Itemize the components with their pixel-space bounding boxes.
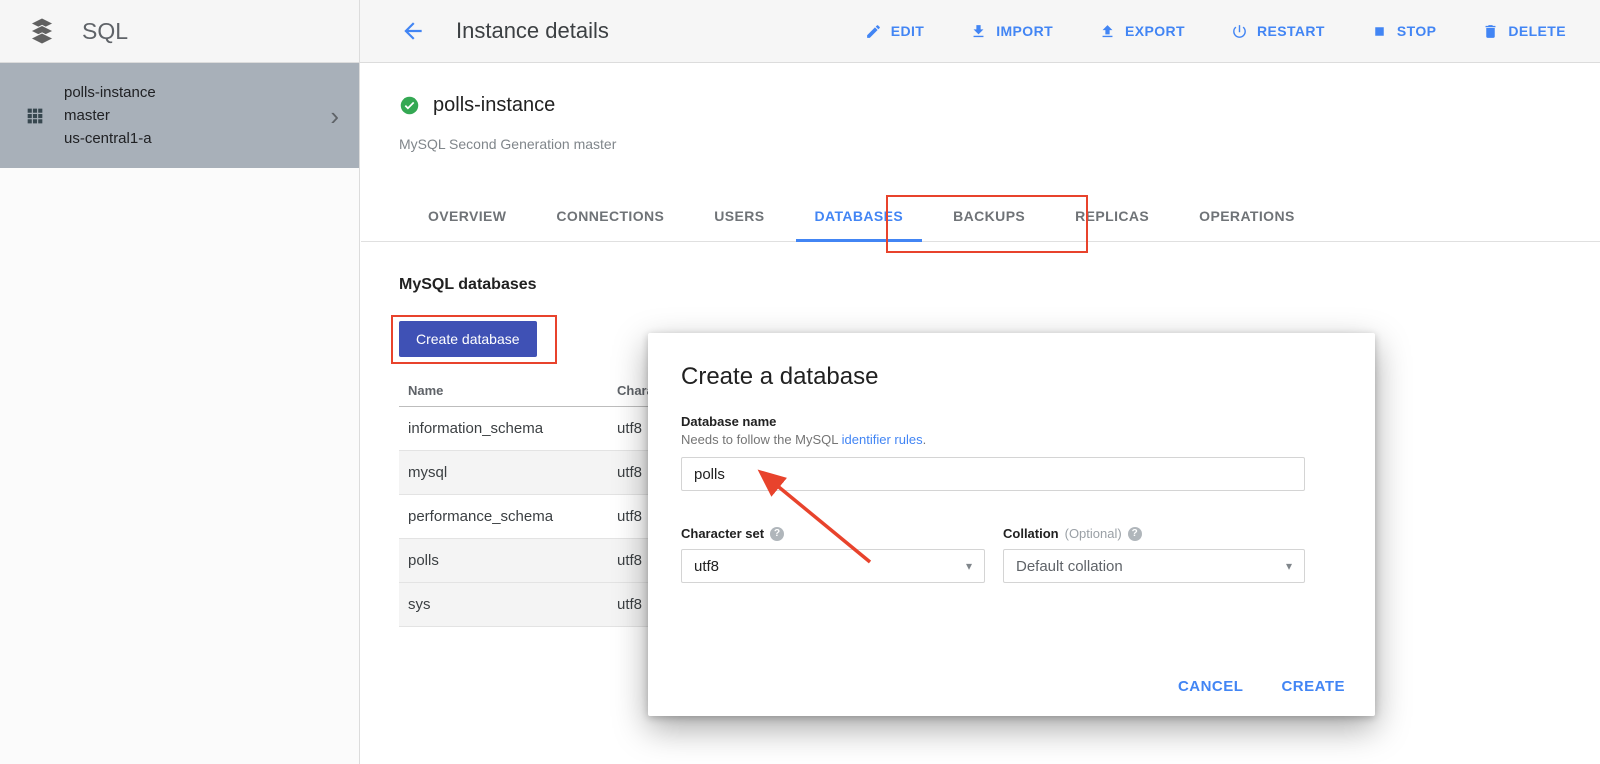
delete-icon	[1482, 23, 1499, 40]
product-name: SQL	[82, 18, 128, 45]
sidebar-instance-name: polls-instance	[64, 81, 156, 104]
character-set-select[interactable]: utf8 ▾	[681, 549, 985, 583]
pencil-icon	[865, 23, 882, 40]
toolbar-actions: EDIT IMPORT EXPORT RESTART STOP DELETE	[865, 23, 1566, 40]
export-button[interactable]: EXPORT	[1099, 23, 1185, 40]
db-name: mysql	[399, 464, 608, 481]
instance-header: polls-instance	[399, 94, 555, 117]
chevron-right-icon[interactable]: ›	[330, 103, 339, 129]
identifier-rules-link[interactable]: identifier rules	[842, 432, 923, 447]
instance-name: polls-instance	[433, 94, 555, 117]
db-name: polls	[399, 552, 608, 569]
dialog-title: Create a database	[681, 363, 878, 391]
cancel-button[interactable]: CANCEL	[1178, 678, 1244, 695]
db-name: performance_schema	[399, 508, 608, 525]
caret-down-icon: ▾	[966, 559, 972, 573]
instance-meta: polls-instance master us-central1-a	[64, 81, 156, 151]
import-icon	[970, 23, 987, 40]
product-header: SQL	[0, 0, 360, 62]
cloud-sql-icon	[27, 16, 57, 46]
database-name-helper: Needs to follow the MySQL identifier rul…	[681, 432, 926, 447]
sidebar-instance-role: master	[64, 104, 156, 127]
tab-users[interactable]: USERS	[689, 190, 789, 241]
tab-backups[interactable]: BACKUPS	[928, 190, 1050, 241]
restart-button[interactable]: RESTART	[1231, 23, 1325, 40]
tab-connections[interactable]: CONNECTIONS	[531, 190, 689, 241]
top-bar: SQL Instance details EDIT IMPORT EXPORT …	[0, 0, 1600, 63]
tab-bar: OVERVIEW CONNECTIONS USERS DATABASES BAC…	[361, 190, 1600, 242]
tab-overview[interactable]: OVERVIEW	[403, 190, 531, 241]
instances-sidebar: polls-instance master us-central1-a ›	[0, 63, 360, 764]
dialog-actions: CANCEL CREATE	[1178, 678, 1345, 695]
tab-operations[interactable]: OPERATIONS	[1174, 190, 1320, 241]
stop-icon	[1371, 23, 1388, 40]
character-set-value: utf8	[694, 558, 719, 575]
create-button[interactable]: CREATE	[1281, 678, 1345, 695]
back-arrow-icon[interactable]	[400, 18, 426, 44]
database-name-label: Database name	[681, 414, 776, 429]
sidebar-item-polls-instance[interactable]: polls-instance master us-central1-a ›	[0, 63, 359, 168]
database-name-input[interactable]	[681, 457, 1305, 491]
create-database-dialog: Create a database Database name Needs to…	[648, 333, 1375, 716]
column-header-name: Name	[399, 383, 608, 398]
export-icon	[1099, 23, 1116, 40]
stop-button[interactable]: STOP	[1371, 23, 1436, 40]
status-check-icon	[399, 95, 420, 116]
help-icon[interactable]: ?	[770, 527, 784, 541]
collation-label: Collation (Optional) ?	[1003, 526, 1142, 541]
sidebar-instance-zone: us-central1-a	[64, 127, 156, 150]
help-icon[interactable]: ?	[1128, 527, 1142, 541]
collation-select[interactable]: Default collation ▾	[1003, 549, 1305, 583]
edit-button[interactable]: EDIT	[865, 23, 925, 40]
page-title: Instance details	[456, 18, 609, 44]
instance-subtitle: MySQL Second Generation master	[399, 136, 616, 152]
section-title: MySQL databases	[399, 276, 537, 294]
create-database-button[interactable]: Create database	[399, 321, 537, 357]
character-set-label: Character set ?	[681, 526, 784, 541]
caret-down-icon: ▾	[1286, 559, 1292, 573]
instance-toolbar: Instance details EDIT IMPORT EXPORT REST…	[360, 0, 1600, 62]
db-name: sys	[399, 596, 608, 613]
instance-grid-icon	[24, 105, 46, 127]
import-button[interactable]: IMPORT	[970, 23, 1053, 40]
tab-replicas[interactable]: REPLICAS	[1050, 190, 1174, 241]
delete-button[interactable]: DELETE	[1482, 23, 1566, 40]
collation-value: Default collation	[1016, 558, 1123, 575]
restart-icon	[1231, 23, 1248, 40]
db-name: information_schema	[399, 420, 608, 437]
tab-databases[interactable]: DATABASES	[790, 190, 929, 241]
